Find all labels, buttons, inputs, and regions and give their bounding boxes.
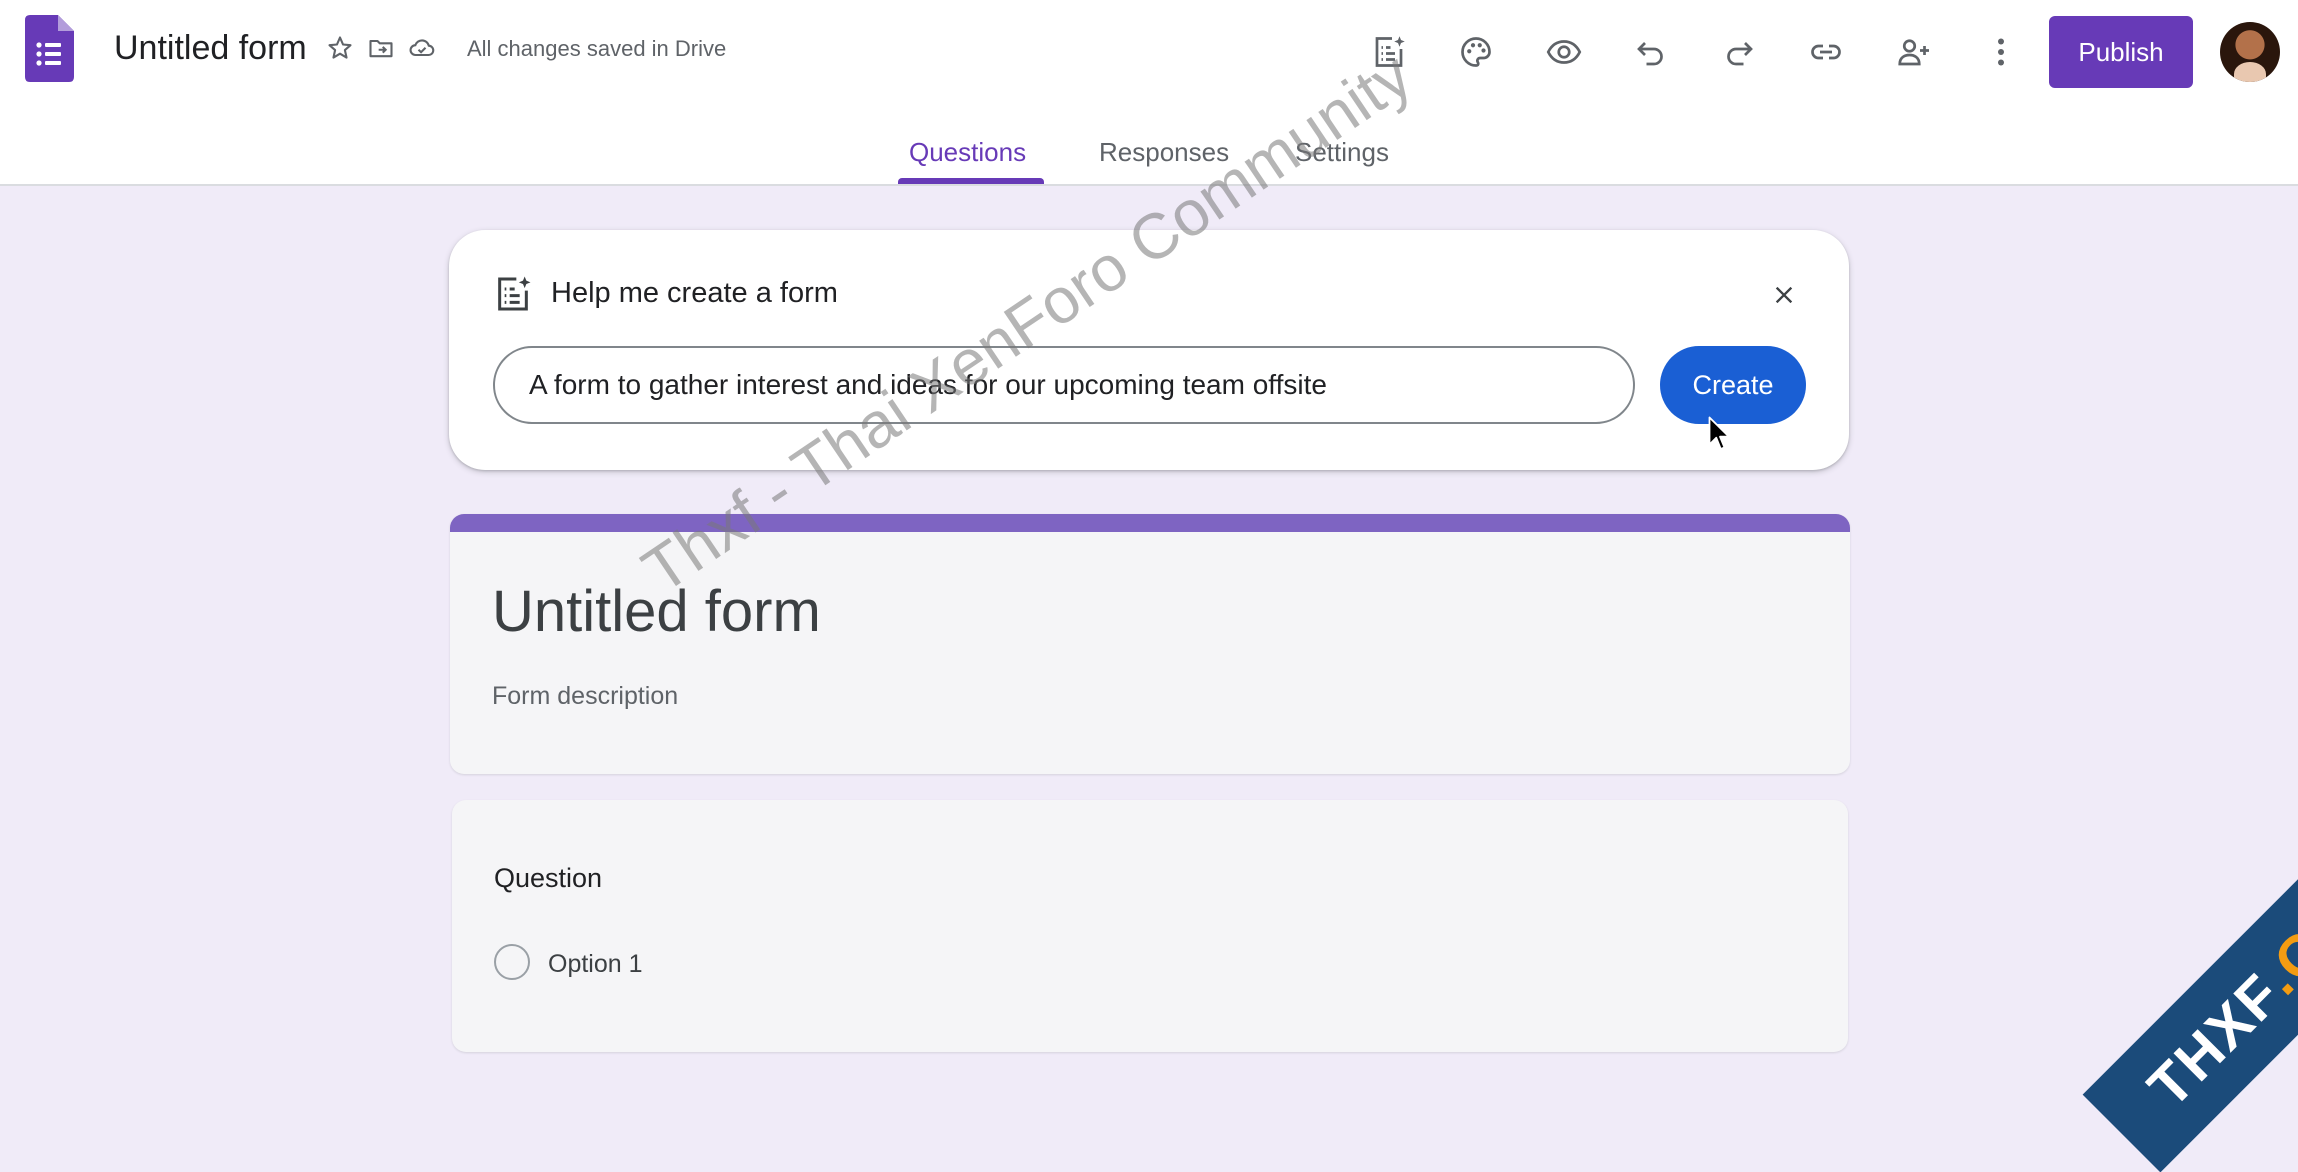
tab-responses[interactable]: Responses	[1099, 136, 1229, 168]
tab-bar: Questions Responses Settings	[0, 130, 2298, 184]
banner-text-suffix: .ORG	[2248, 850, 2298, 1007]
google-forms-logo-icon[interactable]	[25, 15, 74, 82]
cloud-saved-icon[interactable]	[406, 30, 438, 66]
redo-icon[interactable]	[1695, 22, 1783, 82]
avatar[interactable]	[2220, 22, 2280, 82]
document-title[interactable]: Untitled form	[114, 24, 307, 72]
tab-questions[interactable]: Questions	[909, 136, 1026, 168]
add-collaborator-icon[interactable]	[1870, 22, 1958, 82]
publish-button[interactable]: Publish	[2049, 16, 2193, 88]
corner-banner-logo: THXF .ORG	[2082, 797, 2298, 1172]
top-app-bar: Untitled form All changes saved in Drive	[0, 0, 2298, 186]
help-me-create-card: Help me create a form A form to gather i…	[449, 230, 1849, 470]
star-icon[interactable]	[324, 30, 356, 66]
mouse-pointer-icon	[1708, 416, 1730, 450]
ai-form-icon	[498, 276, 531, 311]
radio-button[interactable]	[494, 944, 530, 980]
banner-text-primary: THXF	[2135, 960, 2295, 1120]
help-card-title: Help me create a form	[551, 277, 838, 309]
ai-form-icon[interactable]	[1345, 22, 1433, 82]
preview-eye-icon[interactable]	[1520, 22, 1608, 82]
close-icon[interactable]	[1767, 278, 1801, 312]
prompt-input[interactable]: A form to gather interest and ideas for …	[493, 346, 1635, 424]
tab-settings[interactable]: Settings	[1295, 136, 1389, 168]
move-to-folder-icon[interactable]	[365, 30, 397, 66]
question-title[interactable]: Question	[494, 860, 602, 896]
palette-icon[interactable]	[1433, 22, 1521, 82]
option-label[interactable]: Option 1	[548, 948, 643, 980]
more-vert-icon[interactable]	[1958, 22, 2046, 82]
create-button[interactable]: Create	[1660, 346, 1806, 424]
link-icon[interactable]	[1783, 22, 1871, 82]
active-tab-indicator	[898, 178, 1044, 184]
form-header-card[interactable]: Untitled form Form description	[450, 514, 1850, 774]
save-status: All changes saved in Drive	[467, 36, 727, 61]
title-actions	[324, 30, 438, 66]
form-description-field[interactable]: Form description	[492, 680, 678, 712]
toolbar	[1345, 22, 2045, 82]
form-accent-bar	[450, 514, 1850, 532]
undo-icon[interactable]	[1608, 22, 1696, 82]
form-title[interactable]: Untitled form	[492, 576, 821, 648]
question-card[interactable]: Question Option 1	[452, 800, 1848, 1052]
